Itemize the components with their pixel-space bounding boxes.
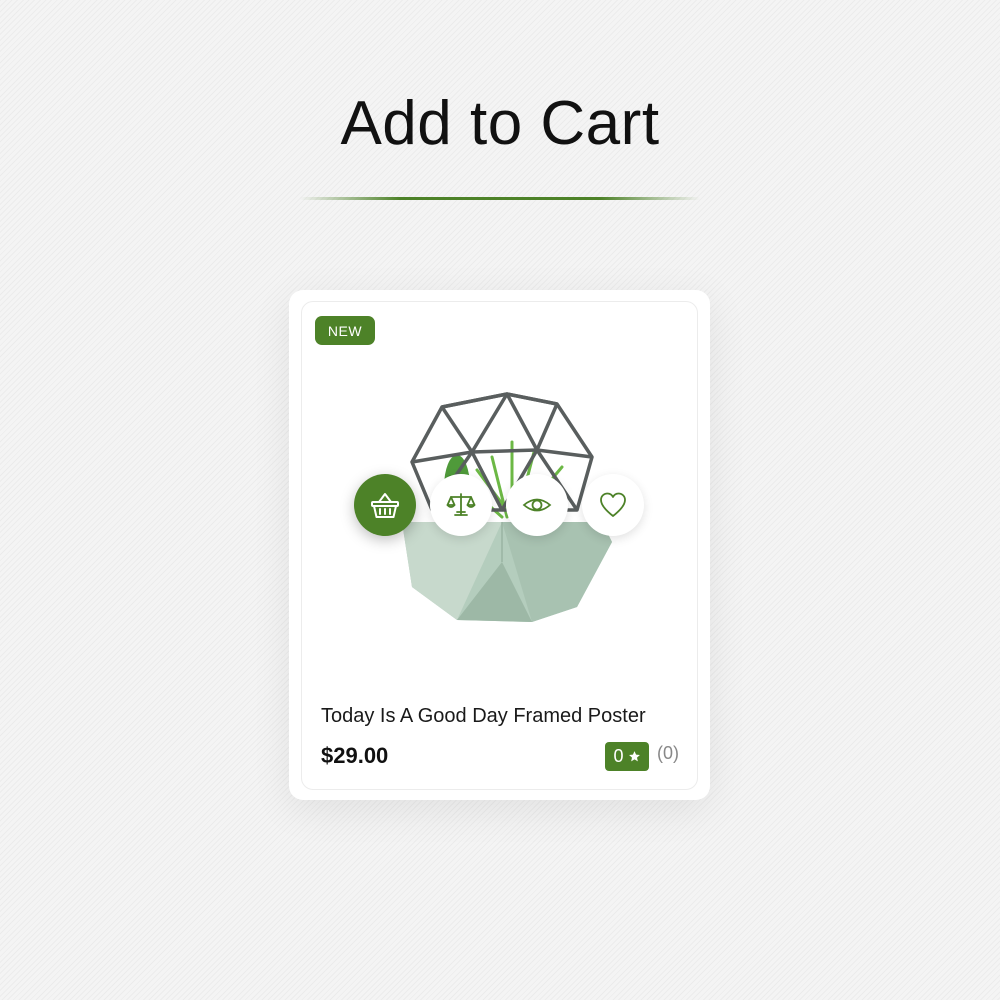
rating-badge: 0 xyxy=(605,742,649,771)
star-icon xyxy=(628,751,640,762)
product-card: NEW Today Is A Good Day Framed Poster $2… xyxy=(289,290,710,800)
rating-value: 0 xyxy=(613,746,624,766)
heart-icon xyxy=(600,492,626,517)
add-to-cart-button[interactable] xyxy=(354,474,416,536)
product-title[interactable]: Today Is A Good Day Framed Poster xyxy=(321,705,646,728)
eye-icon xyxy=(522,498,552,512)
quick-view-button[interactable] xyxy=(506,474,568,536)
product-card-inner: NEW Today Is A Good Day Framed Poster $2… xyxy=(301,301,698,790)
review-count: (0) xyxy=(657,743,679,763)
compare-button[interactable] xyxy=(430,474,492,536)
product-price: $29.00 xyxy=(321,743,389,768)
basket-icon xyxy=(371,493,399,518)
new-badge: NEW xyxy=(315,316,375,345)
wishlist-button[interactable] xyxy=(582,474,644,536)
product-actions xyxy=(354,474,654,538)
heading-divider xyxy=(300,197,700,200)
page-heading: Add to Cart xyxy=(340,89,660,158)
balance-scale-icon xyxy=(446,493,476,516)
